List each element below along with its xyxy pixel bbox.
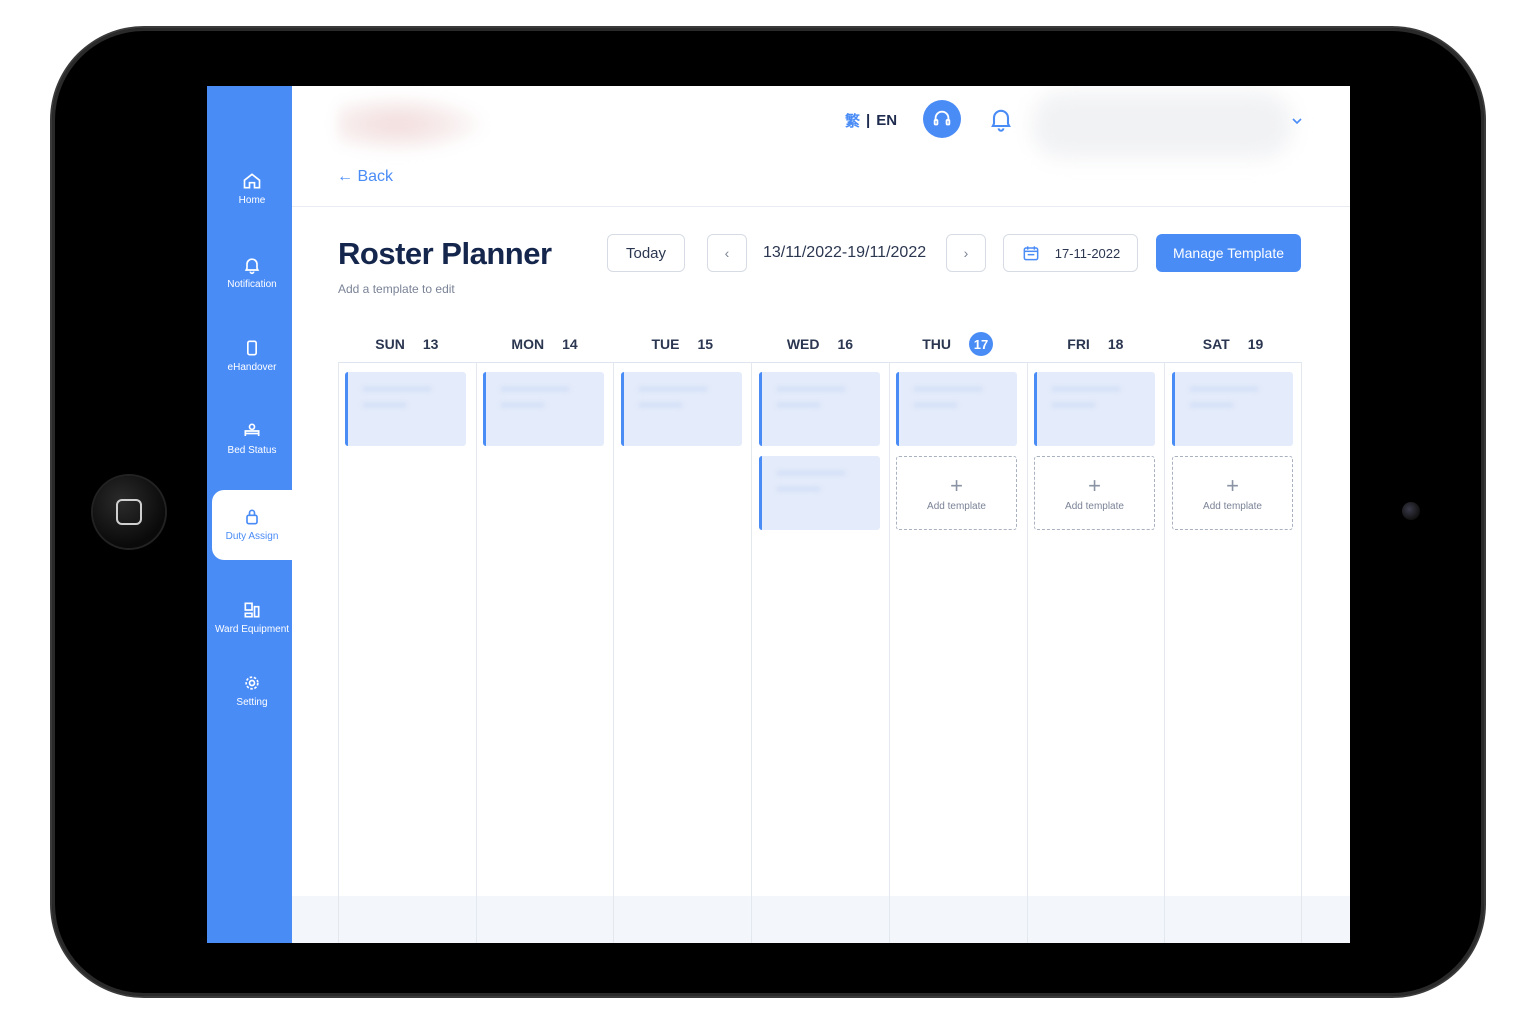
sidebar-item-ward-equipment[interactable]: Ward Equipment	[212, 578, 292, 658]
day-header-sat: SAT 19	[1164, 326, 1302, 362]
lock-icon	[246, 509, 258, 525]
day-name: SUN	[375, 336, 405, 352]
week-calendar: SUN 13 MON 14 TUE 15 WED 16 THU 17 FRI 1…	[338, 326, 1302, 943]
home-button-square-icon	[116, 499, 142, 525]
add-template-slot-fri[interactable]: + Add template	[1034, 456, 1155, 530]
shift-block[interactable]	[1034, 372, 1155, 446]
day-header-wed: WED 16	[751, 326, 889, 362]
bed-icon	[244, 423, 260, 436]
selected-date: 17-11-2022	[1054, 245, 1121, 261]
day-name: WED	[786, 336, 820, 352]
lang-zh[interactable]: 繁	[845, 110, 860, 131]
headset-icon	[933, 110, 951, 126]
shift-block[interactable]	[483, 372, 604, 446]
plus-icon: +	[1088, 472, 1101, 498]
day-date: 18	[1107, 336, 1124, 352]
bell-icon	[244, 258, 260, 275]
calendar-grid-top-border	[338, 362, 1302, 363]
shift-block[interactable]	[896, 372, 1017, 446]
day-date: 15	[697, 336, 714, 352]
support-button[interactable]	[923, 100, 961, 138]
equipment-icon	[244, 602, 260, 618]
column-divider	[1026, 362, 1028, 943]
shift-block[interactable]	[1172, 372, 1293, 446]
day-date: 13	[422, 336, 439, 352]
day-date: 14	[562, 336, 578, 352]
sidebar-item-label: Setting	[236, 697, 268, 708]
add-template-slot-sat[interactable]: + Add template	[1172, 456, 1293, 530]
column-divider	[613, 362, 615, 943]
column-divider	[751, 362, 753, 943]
today-date-badge: 17	[969, 332, 994, 356]
hospital-logo-blurred	[337, 94, 487, 154]
sidebar-item-duty-assign[interactable]: Duty Assign	[212, 490, 292, 560]
back-label: ← Back	[337, 168, 394, 185]
sidebar-item-setting[interactable]: Setting	[212, 656, 292, 726]
sidebar-item-label: Notification	[227, 279, 277, 290]
app-screen: Home Notification eHandover Bed Status D…	[207, 86, 1350, 943]
lang-en[interactable]: EN	[876, 112, 897, 129]
sidebar-item-label: Duty Assign	[225, 531, 279, 542]
notification-bell-icon[interactable]	[987, 104, 1015, 134]
day-header-thu: THU 17	[889, 326, 1027, 362]
tablet-icon	[247, 340, 257, 356]
add-template-slot-thu[interactable]: + Add template	[896, 456, 1017, 530]
column-divider	[338, 362, 339, 943]
day-name: FRI	[1067, 336, 1090, 352]
page-subtitle: Add a template to edit	[338, 282, 455, 296]
user-profile-blurred[interactable]	[1032, 92, 1292, 158]
sidebar-item-label: Bed Status	[227, 445, 277, 456]
today-button[interactable]: Today	[607, 234, 685, 272]
plus-icon: +	[1226, 472, 1239, 498]
date-picker[interactable]: 17-11-2022	[1003, 234, 1138, 272]
next-week-button[interactable]: ›	[946, 234, 986, 272]
shift-block[interactable]	[345, 372, 466, 446]
chevron-down-icon[interactable]	[1290, 114, 1304, 128]
day-name: MON	[511, 336, 545, 352]
back-link[interactable]: ← Back	[337, 168, 393, 186]
sidebar-item-label: Home	[238, 195, 266, 206]
sidebar-item-ehandover[interactable]: eHandover	[212, 321, 292, 391]
prev-week-button[interactable]: ‹	[707, 234, 747, 272]
day-name: TUE	[651, 336, 680, 352]
lang-separator: |	[866, 112, 871, 129]
day-date: 19	[1247, 336, 1264, 352]
day-name: SAT	[1202, 336, 1230, 352]
manage-template-button[interactable]: Manage Template	[1156, 234, 1301, 272]
add-template-label: Add template	[1065, 500, 1124, 512]
add-template-label: Add template	[1203, 500, 1262, 512]
shift-block[interactable]	[759, 372, 880, 446]
sidebar-item-home[interactable]: Home	[212, 154, 292, 224]
sidebar: Home Notification eHandover Bed Status D…	[207, 86, 292, 943]
day-header-tue: TUE 15	[613, 326, 751, 362]
day-header-mon: MON 14	[476, 326, 614, 362]
sidebar-item-label: eHandover	[227, 362, 277, 373]
column-divider	[475, 362, 477, 943]
day-name: THU	[922, 336, 952, 352]
language-switcher[interactable]: 繁 | EN	[845, 110, 897, 131]
sidebar-item-bed-status[interactable]: Bed Status	[212, 404, 292, 474]
tablet-camera	[1402, 502, 1420, 520]
column-divider	[888, 362, 890, 943]
day-header-sun: SUN 13	[338, 326, 476, 362]
day-header-fri: FRI 18	[1027, 326, 1165, 362]
shift-block[interactable]	[621, 372, 742, 446]
header-divider	[292, 206, 1350, 207]
column-divider	[1301, 362, 1302, 943]
sidebar-item-notification[interactable]: Notification	[212, 238, 292, 308]
page-title: Roster Planner	[338, 236, 552, 271]
tablet-home-button[interactable]	[93, 476, 165, 548]
add-template-label: Add template	[927, 500, 986, 512]
gear-icon	[245, 676, 259, 690]
sidebar-item-label: Ward Equipment	[214, 624, 290, 635]
day-date: 16	[837, 336, 854, 352]
home-icon	[243, 173, 261, 189]
shift-block[interactable]	[759, 456, 880, 530]
plus-icon: +	[950, 472, 963, 498]
calendar-icon	[1023, 246, 1039, 261]
date-range: 13/11/2022-19/11/2022	[763, 244, 927, 261]
column-divider	[1164, 362, 1166, 943]
